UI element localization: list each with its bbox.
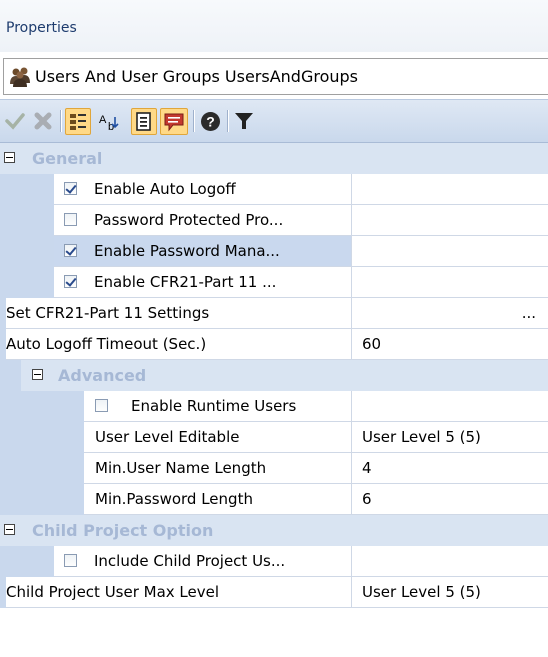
users-group-icon: [9, 67, 35, 87]
property-value[interactable]: [352, 546, 548, 577]
row-gutter: [0, 267, 54, 298]
property-label: User Level Editable: [95, 428, 240, 446]
property-name[interactable]: Child Project User Max Level: [6, 577, 352, 608]
property-row-include-child-project-users[interactable]: Include Child Project Us...: [0, 546, 548, 577]
property-row-enable-runtime-users[interactable]: Enable Runtime Users: [0, 391, 548, 422]
category-title: Child Project Option: [32, 521, 214, 540]
property-name[interactable]: Include Child Project Us...: [54, 546, 352, 577]
property-value[interactable]: User Level 5 (5): [352, 577, 548, 608]
collapse-icon[interactable]: [32, 369, 43, 380]
toolbar-separator: [227, 110, 228, 132]
property-name[interactable]: Enable CFR21-Part 11 ...: [54, 267, 352, 298]
ellipsis-button[interactable]: ...: [522, 304, 536, 322]
property-label: Include Child Project Us...: [94, 552, 286, 570]
enable-runtime-users-checkbox[interactable]: [95, 399, 108, 412]
properties-toolbar: A b ?: [0, 99, 548, 143]
property-label: Enable Runtime Users: [131, 397, 297, 415]
property-label: Enable Password Mana...: [94, 242, 280, 260]
property-value-text: User Level 5 (5): [362, 428, 481, 446]
property-value[interactable]: [352, 205, 548, 236]
category-title: General: [32, 149, 103, 168]
property-row-user-level-editable[interactable]: User Level Editable User Level 5 (5): [0, 422, 548, 453]
property-name[interactable]: Min.User Name Length: [84, 453, 352, 484]
property-value[interactable]: [352, 391, 548, 422]
property-value[interactable]: [352, 267, 548, 298]
property-label: Min.User Name Length: [95, 459, 267, 477]
property-label: Set CFR21-Part 11 Settings: [6, 304, 210, 322]
property-value[interactable]: ...: [352, 298, 548, 329]
svg-text:A: A: [99, 114, 107, 126]
property-row-enable-password-management[interactable]: Enable Password Mana...: [0, 236, 548, 267]
property-label: Enable CFR21-Part 11 ...: [94, 273, 277, 291]
property-name[interactable]: Auto Logoff Timeout (Sec.): [6, 329, 352, 360]
apply-icon[interactable]: [3, 109, 27, 133]
property-label: Child Project User Max Level: [6, 583, 220, 601]
help-icon[interactable]: ?: [198, 109, 222, 133]
property-name-selected[interactable]: Enable Password Mana...: [54, 236, 352, 267]
row-gutter: [0, 453, 84, 484]
row-gutter: [0, 205, 54, 236]
property-name[interactable]: Set CFR21-Part 11 Settings: [6, 298, 352, 329]
property-label: Password Protected Pro...: [94, 211, 284, 229]
property-label: Enable Auto Logoff: [94, 180, 236, 198]
categorized-icon[interactable]: [65, 108, 91, 135]
enable-password-management-checkbox[interactable]: [64, 244, 77, 257]
property-row-enable-cfr21[interactable]: Enable CFR21-Part 11 ...: [0, 267, 548, 298]
property-row-enable-auto-logoff[interactable]: Enable Auto Logoff: [0, 174, 548, 205]
row-gutter: [0, 174, 54, 205]
property-name[interactable]: Password Protected Pro...: [54, 205, 352, 236]
property-value-text: 6: [362, 490, 372, 508]
property-row-min-user-name-length[interactable]: Min.User Name Length 4: [0, 453, 548, 484]
property-value[interactable]: [352, 174, 548, 205]
category-advanced[interactable]: Advanced: [0, 360, 548, 391]
property-value[interactable]: 4: [352, 453, 548, 484]
include-child-project-users-checkbox[interactable]: [64, 554, 77, 567]
events-icon[interactable]: [160, 108, 188, 135]
row-gutter: [0, 422, 84, 453]
property-name[interactable]: Enable Auto Logoff: [54, 174, 352, 205]
property-value-text: 4: [362, 459, 372, 477]
property-row-auto-logoff-timeout[interactable]: Auto Logoff Timeout (Sec.) 60: [0, 329, 548, 360]
alphabetical-icon[interactable]: A b: [95, 108, 125, 135]
enable-cfr21-checkbox[interactable]: [64, 275, 77, 288]
panel-title: Properties: [6, 20, 77, 36]
property-row-password-protected[interactable]: Password Protected Pro...: [0, 205, 548, 236]
row-gutter: [0, 236, 54, 267]
collapse-icon[interactable]: [4, 152, 15, 163]
property-value[interactable]: [352, 236, 548, 267]
property-row-min-password-length[interactable]: Min.Password Length 6: [0, 484, 548, 515]
row-gutter: [0, 391, 84, 422]
property-value[interactable]: 6: [352, 484, 548, 515]
category-child-project-option[interactable]: Child Project Option: [0, 515, 548, 546]
properties-title-bar: Properties: [0, 0, 548, 52]
property-row-set-cfr21-settings[interactable]: Set CFR21-Part 11 Settings ...: [0, 298, 548, 329]
collapse-icon[interactable]: [4, 524, 15, 535]
enable-auto-logoff-checkbox[interactable]: [64, 182, 77, 195]
row-gutter: [0, 360, 21, 391]
property-value[interactable]: User Level 5 (5): [352, 422, 548, 453]
category-title: Advanced: [58, 366, 147, 385]
property-value-text: 60: [362, 335, 382, 353]
row-gutter: [0, 484, 84, 515]
property-name[interactable]: Min.Password Length: [84, 484, 352, 515]
password-protected-checkbox[interactable]: [64, 213, 77, 226]
svg-text:?: ?: [206, 113, 215, 129]
filter-icon[interactable]: [232, 109, 256, 133]
cancel-icon[interactable]: [31, 109, 55, 133]
property-name[interactable]: Enable Runtime Users: [84, 391, 352, 422]
property-name[interactable]: User Level Editable: [84, 422, 352, 453]
row-gutter: [0, 546, 54, 577]
property-pages-icon[interactable]: [131, 108, 157, 135]
property-row-child-project-user-max-level[interactable]: Child Project User Max Level User Level …: [0, 577, 548, 608]
property-value[interactable]: 60: [352, 329, 548, 360]
toolbar-separator: [193, 110, 194, 132]
property-value-text: User Level 5 (5): [362, 583, 481, 601]
object-selector-text: Users And User Groups UsersAndGroups: [35, 67, 358, 86]
property-label: Min.Password Length: [95, 490, 253, 508]
object-selector[interactable]: Users And User Groups UsersAndGroups: [3, 58, 548, 95]
category-general[interactable]: General: [0, 143, 548, 174]
property-label: Auto Logoff Timeout (Sec.): [6, 335, 207, 353]
toolbar-separator: [60, 110, 61, 132]
